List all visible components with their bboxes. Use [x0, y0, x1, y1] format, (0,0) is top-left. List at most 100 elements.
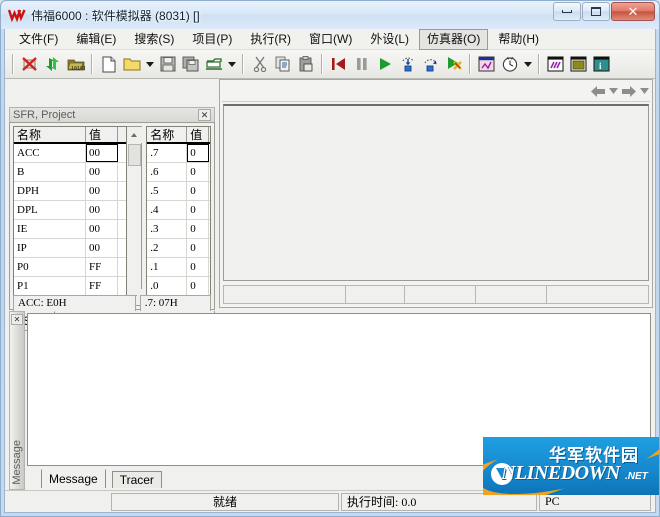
trace-window-icon[interactable] [544, 53, 567, 75]
step-over-icon[interactable] [419, 53, 442, 75]
sfr-register-table: 名称 值 ACC 00 B 00 DPH 00 DPL 00 IE 00 IP … [13, 126, 128, 306]
table-row[interactable]: .5 0 [147, 182, 210, 201]
toolbar-separator [242, 54, 244, 74]
cell-value[interactable]: 00 [86, 201, 118, 219]
close-icon[interactable]: ✕ [11, 314, 23, 325]
paste-icon[interactable] [294, 53, 317, 75]
mdi-status-bar [223, 285, 649, 304]
cell-name: DPH [14, 182, 86, 200]
cell-value[interactable]: 00 [86, 144, 118, 162]
cell-value[interactable]: FF [86, 277, 118, 295]
menu-file[interactable]: 文件(F) [11, 29, 66, 50]
table-row[interactable]: .0 0 [147, 277, 210, 296]
cell-value[interactable]: 0 [187, 277, 210, 295]
table-row[interactable]: .6 0 [147, 163, 210, 182]
arrow-left-icon[interactable] [588, 83, 608, 101]
close-button[interactable]: ✕ [611, 2, 655, 21]
minimize-button[interactable] [553, 2, 581, 21]
column-header-name[interactable]: 名称 [147, 127, 188, 142]
message-panel-title: Message [11, 440, 23, 485]
open-folder-dropdown-icon[interactable] [143, 53, 156, 75]
tab-message[interactable]: Message [41, 469, 106, 488]
cell-value[interactable]: 0 [187, 144, 210, 162]
cell-value[interactable]: 00 [86, 239, 118, 257]
table-row[interactable]: B 00 [14, 163, 127, 182]
no-entry-icon[interactable] [18, 53, 41, 75]
cell-value[interactable]: 0 [187, 239, 210, 257]
menu-edit[interactable]: 编辑(E) [68, 29, 124, 50]
breakpoint-window-icon[interactable] [475, 53, 498, 75]
arrow-right-icon[interactable] [619, 83, 639, 101]
new-file-icon[interactable] [97, 53, 120, 75]
table-row[interactable]: .3 0 [147, 220, 210, 239]
tab-tracer[interactable]: Tracer [111, 471, 162, 488]
cut-scissors-icon[interactable] [248, 53, 271, 75]
status-exec-time: 执行时间: 0.0 [341, 492, 537, 511]
cell-value[interactable]: 00 [86, 182, 118, 200]
mdi-document-surface[interactable] [223, 104, 649, 281]
sfr-table-scrollbar[interactable] [126, 126, 143, 306]
cell-value[interactable]: FF [86, 258, 118, 276]
copy-icon[interactable] [271, 53, 294, 75]
column-header-value[interactable]: 值 [187, 127, 210, 142]
menu-run[interactable]: 执行(R) [242, 29, 299, 50]
menu-window[interactable]: 窗口(W) [301, 29, 360, 50]
cell-value[interactable]: 0 [187, 163, 210, 181]
cell-value[interactable]: 0 [187, 201, 210, 219]
menu-emulator[interactable]: 仿真器(O) [419, 29, 489, 50]
menu-project[interactable]: 项目(P) [184, 29, 240, 50]
folder-binary-icon[interactable]: 10101 [64, 53, 87, 75]
project-icon[interactable] [202, 53, 225, 75]
table-row[interactable]: P0 FF [14, 258, 127, 277]
menu-bar: 文件(F) 编辑(E) 搜索(S) 项目(P) 执行(R) 窗口(W) 外设(L… [5, 29, 655, 50]
cell-value[interactable]: 00 [86, 163, 118, 181]
menu-help[interactable]: 帮助(H) [490, 29, 547, 50]
clock-dropdown-icon[interactable] [521, 53, 534, 75]
table-row[interactable]: .2 0 [147, 239, 210, 258]
cell-value[interactable]: 0 [187, 220, 210, 238]
open-folder-icon[interactable] [120, 53, 143, 75]
table-row[interactable]: DPH 00 [14, 182, 127, 201]
cell-value[interactable]: 0 [187, 182, 210, 200]
column-header-name[interactable]: 名称 [14, 127, 86, 142]
save-all-icon[interactable] [179, 53, 202, 75]
table-header-row: 名称 值 [14, 127, 127, 144]
toolbar: 10101 i [5, 50, 655, 79]
cell-name: .4 [147, 201, 188, 219]
cell-name: P0 [14, 258, 86, 276]
cell-name: IP [14, 239, 86, 257]
mdi-status-cell [546, 285, 649, 304]
menu-search[interactable]: 搜索(S) [126, 29, 182, 50]
table-row[interactable]: ACC 00 [14, 144, 127, 163]
table-row[interactable]: IE 00 [14, 220, 127, 239]
clock-timer-icon[interactable] [498, 53, 521, 75]
memory-window-icon[interactable] [567, 53, 590, 75]
column-header-value[interactable]: 值 [86, 127, 118, 142]
refresh-green-icon[interactable] [41, 53, 64, 75]
pause-icon[interactable] [350, 53, 373, 75]
table-row[interactable]: P1 FF [14, 277, 127, 296]
run-play-icon[interactable] [373, 53, 396, 75]
table-row[interactable]: .1 0 [147, 258, 210, 277]
scroll-up-button[interactable] [126, 127, 142, 143]
reset-rewind-icon[interactable] [327, 53, 350, 75]
chevron-down-icon[interactable] [639, 83, 650, 101]
info-window-icon[interactable]: i [590, 53, 613, 75]
maximize-button[interactable] [582, 2, 610, 21]
mdi-navigation-bar [222, 82, 650, 102]
step-into-icon[interactable] [396, 53, 419, 75]
run-to-cursor-icon[interactable] [442, 53, 465, 75]
menu-peripherals[interactable]: 外设(L) [362, 29, 417, 50]
project-dropdown-icon[interactable] [225, 53, 238, 75]
cell-value[interactable]: 0 [187, 258, 210, 276]
cell-name: .1 [147, 258, 188, 276]
table-row[interactable]: DPL 00 [14, 201, 127, 220]
table-row[interactable]: .4 0 [147, 201, 210, 220]
table-row[interactable]: IP 00 [14, 239, 127, 258]
chevron-down-icon[interactable] [608, 83, 619, 101]
close-icon[interactable]: ✕ [198, 109, 211, 121]
table-row[interactable]: .7 0 [147, 144, 210, 163]
save-disk-icon[interactable] [156, 53, 179, 75]
scrollbar-thumb[interactable] [127, 144, 141, 166]
cell-value[interactable]: 00 [86, 220, 118, 238]
